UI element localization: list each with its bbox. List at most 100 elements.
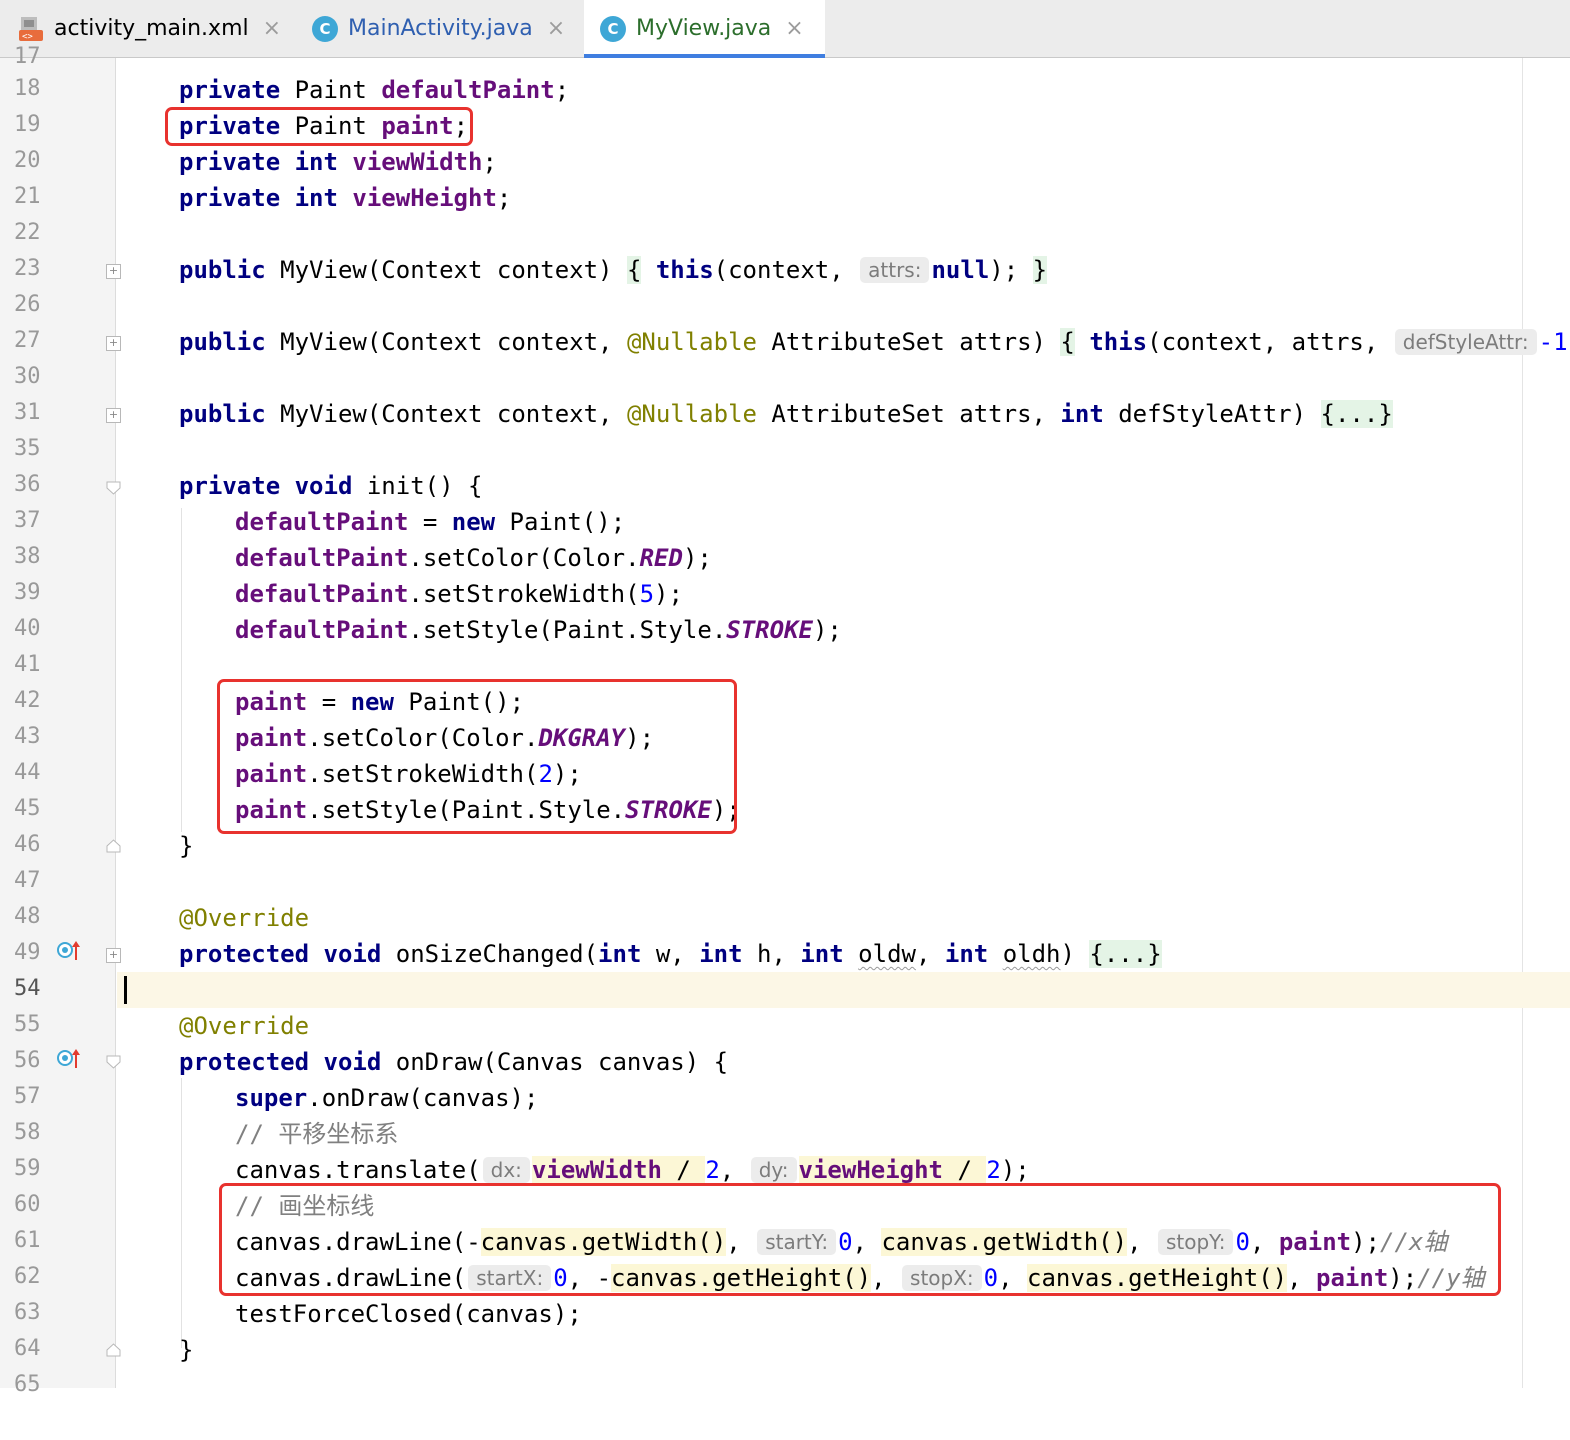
signature: MyView(Context context, xyxy=(265,400,627,428)
punct: = xyxy=(408,508,452,536)
code-line-20: private int viewWidth; xyxy=(117,144,1570,180)
punct: ; xyxy=(482,148,497,176)
keyword: void xyxy=(280,472,353,500)
line-number: 37 xyxy=(14,508,41,533)
line-number: 39 xyxy=(14,580,41,605)
code-line-54-current[interactable] xyxy=(117,972,1570,1008)
code-line-23: public MyView(Context context) { this(co… xyxy=(117,252,1570,288)
line-number: 21 xyxy=(14,184,41,209)
number: 2 xyxy=(986,1156,1001,1184)
param-typo: oldh xyxy=(1002,940,1061,968)
tab-label: MainActivity.java xyxy=(348,16,533,41)
line-number: 20 xyxy=(14,148,41,173)
param-hint: defStyleAttr: xyxy=(1394,329,1537,355)
punct: ); xyxy=(1000,1156,1030,1184)
line-number: 26 xyxy=(14,292,41,317)
editor-tab-bar: <> activity_main.xml × C MainActivity.ja… xyxy=(0,0,1570,58)
signature: MyView(Context context, xyxy=(265,328,627,356)
code-line-37: defaultPaint = new Paint(); xyxy=(117,504,1570,540)
punct: ; xyxy=(496,184,512,212)
call: canvas.translate( xyxy=(235,1156,481,1184)
tab-label: MyView.java xyxy=(636,16,772,41)
code-line-63: testForceClosed(canvas); xyxy=(117,1296,1570,1332)
code-line-38: defaultPaint.setColor(Color.RED); xyxy=(117,540,1570,576)
method: onDraw(Canvas canvas) { xyxy=(381,1048,729,1076)
field: viewWidth xyxy=(531,1156,662,1184)
code-line-21: private int viewHeight; xyxy=(117,180,1570,216)
highlight-box-paint-init xyxy=(217,679,737,834)
close-tab-icon[interactable]: × xyxy=(263,16,281,41)
tab-activity-main-xml[interactable]: <> activity_main.xml × xyxy=(18,0,300,57)
brace: } xyxy=(179,1336,194,1364)
field: viewHeight xyxy=(798,1156,944,1184)
call: .setColor(Color. xyxy=(408,544,640,572)
signature: MyView(Context context) xyxy=(265,256,627,284)
svg-text:<>: <> xyxy=(22,32,33,42)
line-number: 22 xyxy=(14,220,41,245)
param: w, xyxy=(641,940,700,968)
code-editor[interactable]: private Paint defaultPaint; private Pain… xyxy=(117,58,1570,1388)
keyword: private xyxy=(179,184,281,212)
code-line-58: // 平移坐标系 xyxy=(117,1116,1570,1152)
close-tab-icon[interactable]: × xyxy=(785,16,803,41)
line-number: 65 xyxy=(14,1372,41,1397)
tab-mainactivity-java[interactable]: C MainActivity.java × xyxy=(312,0,580,57)
line-number: 23 xyxy=(14,256,41,281)
tab-myview-java[interactable]: C MyView.java × xyxy=(584,0,825,58)
keyword: null xyxy=(931,256,990,284)
call: .setStrokeWidth( xyxy=(408,580,640,608)
keyword: public xyxy=(179,256,266,284)
param: ) xyxy=(1060,940,1090,968)
signature: defStyleAttr) xyxy=(1103,400,1321,428)
line-number: 31 xyxy=(14,400,41,425)
line-number: 38 xyxy=(14,544,41,569)
keyword: this xyxy=(1089,328,1148,356)
operator: / xyxy=(661,1156,706,1184)
punct: ); xyxy=(654,580,683,608)
line-number: 45 xyxy=(14,796,41,821)
folded-block[interactable]: {...} xyxy=(1089,940,1162,968)
method: onSizeChanged( xyxy=(381,940,599,968)
keyword: protected xyxy=(179,1048,310,1076)
punct: ; xyxy=(554,76,570,104)
line-number-current: 54 xyxy=(14,976,41,1001)
keyword: new xyxy=(451,508,496,536)
close-tab-icon[interactable]: × xyxy=(547,16,565,41)
field: viewWidth xyxy=(352,148,483,176)
method: init() { xyxy=(352,472,483,500)
tab-label: activity_main.xml xyxy=(54,16,249,41)
folded-block[interactable]: {...} xyxy=(1320,400,1393,428)
line-number: 42 xyxy=(14,688,41,713)
code-line-40: defaultPaint.setStyle(Paint.Style.STROKE… xyxy=(117,612,1570,648)
keyword: private xyxy=(179,148,281,176)
text-caret xyxy=(124,976,127,1004)
brace: { xyxy=(1060,328,1075,356)
param xyxy=(988,940,1002,968)
call: Paint(); xyxy=(495,508,626,536)
keyword: public xyxy=(179,328,266,356)
field: defaultPaint xyxy=(235,544,409,572)
punct: ); xyxy=(812,616,842,644)
line-number: 60 xyxy=(14,1192,41,1217)
code-line-36: private void init() { xyxy=(117,468,1570,504)
annotation: @Override xyxy=(179,904,310,932)
param: h, xyxy=(742,940,801,968)
class-c-icon: C xyxy=(600,15,626,42)
signature: AttributeSet attrs) xyxy=(756,328,1061,356)
constant: STROKE xyxy=(726,616,813,644)
punct: , xyxy=(719,1156,749,1184)
override-method-icon[interactable] xyxy=(56,938,82,960)
field: defaultPaint xyxy=(235,616,409,644)
constant: RED xyxy=(639,544,683,572)
keyword: int xyxy=(800,940,844,968)
code-line-39: defaultPaint.setStrokeWidth(5); xyxy=(117,576,1570,612)
line-number: 40 xyxy=(14,616,41,641)
override-method-icon[interactable] xyxy=(56,1046,82,1068)
keyword: protected xyxy=(179,940,310,968)
line-number: 62 xyxy=(14,1264,41,1289)
line-number: 30 xyxy=(14,364,41,389)
line-number: 59 xyxy=(14,1156,41,1181)
keyword: int xyxy=(280,148,353,176)
line-number: 35 xyxy=(14,436,41,461)
keyword: void xyxy=(309,1048,382,1076)
